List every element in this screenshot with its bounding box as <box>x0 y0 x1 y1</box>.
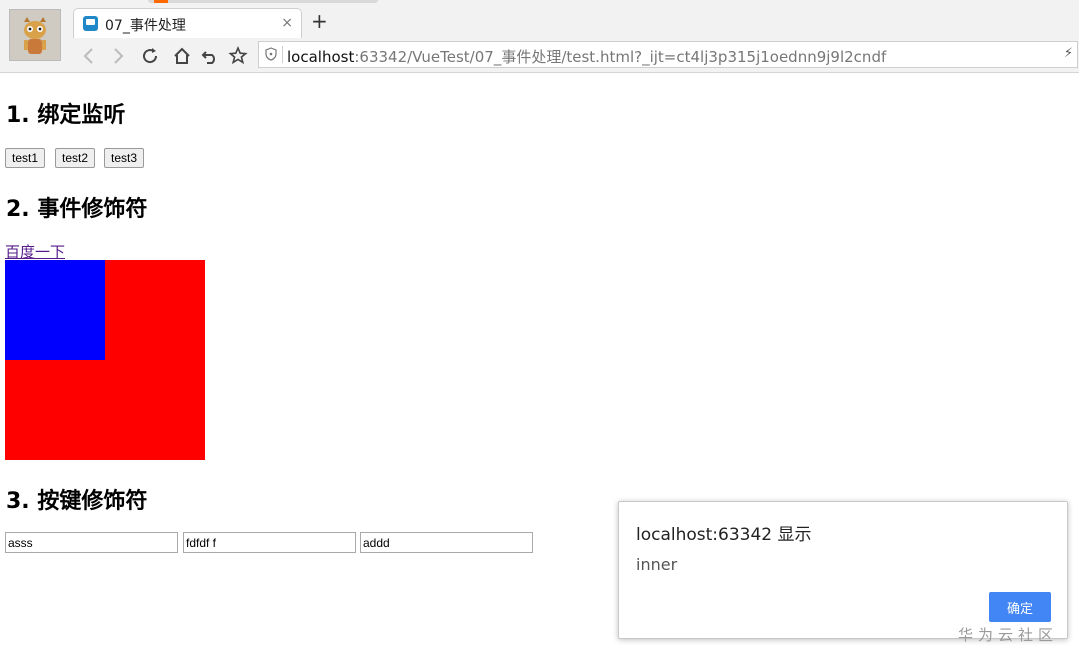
bookmark-star-icon[interactable] <box>226 44 250 68</box>
inner-blue-box[interactable] <box>5 260 105 360</box>
text-input-1[interactable] <box>5 532 178 553</box>
test3-button[interactable]: test3 <box>104 148 145 168</box>
baidu-link[interactable]: 百度一下 <box>5 241 65 262</box>
text-input-3[interactable] <box>360 532 533 553</box>
previous-window-hint <box>148 0 378 3</box>
home-icon[interactable] <box>170 44 194 68</box>
address-url[interactable]: localhost:63342/VueTest/07_事件处理/test.htm… <box>287 46 886 67</box>
forward-icon[interactable] <box>106 44 130 68</box>
section-title-event-modifiers: 2. 事件修饰符 <box>6 197 148 222</box>
address-separator <box>282 46 283 63</box>
ok-button[interactable]: 确定 <box>989 592 1051 622</box>
profile-avatar[interactable] <box>9 9 61 61</box>
undo-icon[interactable] <box>198 44 222 68</box>
tab-title: 07_事件处理 <box>105 18 186 34</box>
section-title-bind-listener: 1. 绑定监听 <box>6 103 126 128</box>
tab-close-icon[interactable]: × <box>281 15 293 31</box>
watermark-text: 华为云社区 <box>958 626 1059 644</box>
alert-dialog: localhost:63342 显示 inner 确定 <box>618 501 1068 639</box>
lightning-icon[interactable]: ⚡ <box>1064 46 1073 61</box>
dialog-message: inner <box>636 555 678 574</box>
dialog-title: localhost:63342 显示 <box>636 525 812 545</box>
test1-button[interactable]: test1 <box>5 148 46 168</box>
reload-icon[interactable] <box>138 44 162 68</box>
webstorm-favicon-icon <box>83 16 98 31</box>
browser-chrome: 07_事件处理 × + localhost:63342/VueTest/07_事… <box>0 0 1079 73</box>
browser-tab[interactable]: 07_事件处理 × <box>73 8 302 38</box>
section-title-key-modifiers: 3. 按键修饰符 <box>6 489 148 514</box>
new-tab-button[interactable]: + <box>311 10 328 32</box>
test2-button[interactable]: test2 <box>55 148 96 168</box>
outer-red-box[interactable] <box>5 260 205 460</box>
back-icon[interactable] <box>77 44 101 68</box>
address-bar[interactable]: localhost:63342/VueTest/07_事件处理/test.htm… <box>258 41 1078 68</box>
security-shield-icon[interactable] <box>265 47 277 61</box>
text-input-2[interactable] <box>183 532 356 553</box>
